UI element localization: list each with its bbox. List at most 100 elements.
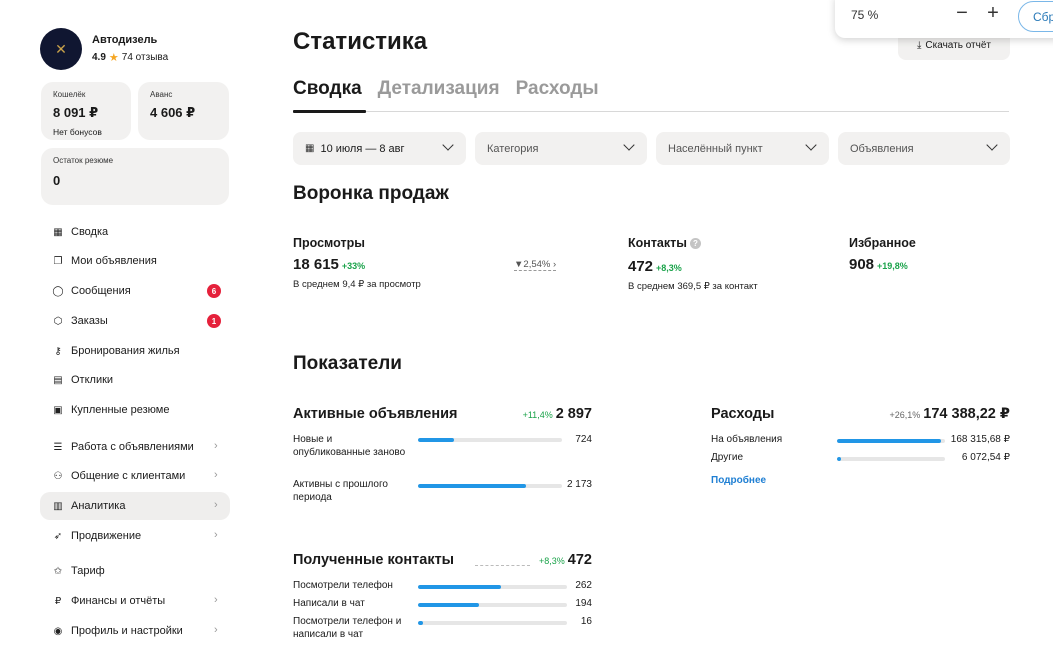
tabs: Сводка Детализация Расходы (293, 78, 599, 100)
wallet-bonus: Нет бонусов (53, 127, 102, 137)
sidebar-item-label: Бронирования жилья (71, 345, 180, 357)
contacts-label-text: Контакты (628, 236, 687, 250)
sidebar-item-finance[interactable]: ₽ Финансы и отчёты › (40, 587, 230, 615)
ruble-icon: ₽ (54, 595, 62, 607)
indicators-title: Показатели (293, 353, 402, 374)
tab-summary[interactable]: Сводка (293, 78, 362, 100)
sidebar-item-label: Общение с клиентами (71, 470, 186, 482)
contacts-number: 472 (628, 258, 654, 275)
contacts-received-delta: +8,3% (539, 556, 565, 566)
star-icon: ★ (108, 52, 119, 64)
sidebar-item-profile[interactable]: ◉ Профиль и настройки › (40, 617, 230, 645)
sidebar-item-analytics[interactable]: ▥ Аналитика › (40, 492, 230, 520)
progress-fill (837, 439, 942, 443)
contacts-received-title: Полученные контакты (293, 552, 455, 568)
conversion-value: 2,54% (523, 259, 551, 270)
favorites-number: 908 (849, 256, 875, 273)
help-icon[interactable]: ? (689, 238, 701, 249)
zoom-popup: 75 % − + Сбросить (835, 0, 1053, 38)
download-label: Скачать отчёт (925, 40, 991, 51)
sidebar-item-label: Тариф (71, 565, 105, 577)
conversion-rate[interactable]: ▼2,54% › (514, 259, 557, 271)
funnel-title: Воронка продаж (293, 183, 449, 204)
row-label: Активны с прошлого периода (293, 479, 388, 503)
chevron-right-icon: › (214, 529, 218, 541)
sidebar-item-responses[interactable]: ▤ Отклики (40, 366, 230, 394)
chat-icon: ◯ (52, 285, 64, 297)
wallet-value: 8 091 ₽ (53, 105, 99, 120)
progress-fill (418, 484, 526, 488)
contacts-value: 472 +8,3% (628, 258, 682, 275)
chevron-down-icon (805, 139, 817, 151)
resume-balance-card[interactable]: Остаток резюме 0 (41, 148, 229, 205)
sidebar-item-client-communication[interactable]: ⚇ Общение с клиентами › (40, 462, 230, 490)
shop-rating: 4.9 ★ 74 отзыва (92, 51, 168, 64)
users-icon: ⚇ (53, 470, 63, 482)
reviews-count[interactable]: 74 отзыва (122, 52, 168, 63)
shop-logo: ✕ (40, 28, 82, 70)
progress-fill (418, 438, 454, 442)
row-label: Посмотрели телефон и написали в чат (293, 616, 402, 640)
chevron-down-icon (986, 139, 998, 151)
date-range-select[interactable]: ▦ 10 июля — 8 авг (293, 132, 466, 165)
row-value: 262 (575, 580, 592, 591)
progress-fill (837, 457, 841, 461)
sidebar-item-my-ads[interactable]: ❐ Мои объявления (40, 247, 230, 275)
sidebar-item-label: Сводка (71, 226, 109, 238)
zoom-out-button[interactable]: − (952, 2, 972, 25)
advance-card[interactable]: Аванс 4 606 ₽ (138, 82, 229, 140)
contacts-label: Контакты? (628, 236, 701, 250)
active-ads-total: +11,4% 2 897 (480, 406, 592, 422)
favorites-label: Избранное (849, 236, 916, 250)
ads-select[interactable]: Объявления (838, 132, 1010, 165)
row-value: 168 315,68 ₽ (950, 434, 1010, 445)
download-icon: ⤓ (917, 40, 922, 51)
resume-icon: ▣ (53, 404, 63, 416)
views-number: 18 615 (293, 256, 339, 273)
progress-bar (837, 457, 945, 461)
sidebar-item-messages[interactable]: ◯ Сообщения 6 (40, 277, 230, 305)
list-icon: ☰ (53, 441, 63, 453)
contacts-received-total-value: 472 (567, 552, 592, 568)
orders-badge: 1 (207, 314, 221, 328)
chevron-right-icon: › (214, 469, 218, 481)
city-select[interactable]: Населённый пункт (656, 132, 829, 165)
resume-balance-label: Остаток резюме (53, 156, 114, 165)
sidebar-item-label: Профиль и настройки (71, 625, 183, 637)
sidebar-item-summary[interactable]: ▦ Сводка (40, 218, 230, 246)
sidebar-item-bookings[interactable]: ⚷ Бронирования жилья (40, 337, 230, 365)
chevron-right-icon: › (214, 624, 218, 636)
rating-value: 4.9 (92, 52, 106, 63)
progress-fill (418, 585, 501, 589)
date-range-value: 10 июля — 8 авг (320, 142, 405, 155)
expenses-details-link[interactable]: Подробнее (711, 475, 766, 486)
sidebar-item-label: Заказы (71, 315, 108, 327)
resume-balance-value: 0 (53, 173, 61, 188)
bar-chart-icon: ▥ (53, 500, 63, 512)
zoom-in-button[interactable]: + (983, 2, 1003, 25)
tab-details[interactable]: Детализация (378, 78, 500, 100)
zoom-level: 75 % (851, 8, 879, 22)
expenses-total-value: 174 388,22 ₽ (923, 406, 1010, 422)
sidebar-item-ads-work[interactable]: ☰ Работа с объявлениями › (40, 433, 230, 461)
box-icon: ⬡ (53, 315, 63, 327)
chevron-right-icon: › (552, 259, 557, 270)
progress-fill (418, 621, 424, 625)
tab-expenses[interactable]: Расходы (516, 78, 599, 100)
calendar-icon: ▦ (305, 143, 315, 154)
shop-header[interactable]: ✕ Автодизель 4.9 ★ 74 отзыва (40, 28, 168, 70)
row-label: Посмотрели телефон (293, 580, 393, 591)
sidebar-item-label: Работа с объявлениями (71, 441, 194, 453)
wallet-card[interactable]: Кошелёк 8 091 ₽ Нет бонусов (41, 82, 131, 140)
row-value: 16 (580, 616, 592, 627)
zoom-reset-button[interactable]: Сбросить (1018, 1, 1053, 32)
category-select[interactable]: Категория (475, 132, 647, 165)
sidebar-item-orders[interactable]: ⬡ Заказы 1 (40, 307, 230, 335)
sidebar-item-label: Аналитика (71, 500, 126, 512)
sidebar-item-promotion[interactable]: ➶ Продвижение › (40, 522, 230, 550)
sidebar-item-tariff[interactable]: ✩ Тариф (40, 557, 230, 585)
sidebar-item-purchased-resumes[interactable]: ▣ Купленные резюме (40, 396, 230, 424)
row-value: 724 (575, 434, 592, 445)
grid-icon: ▦ (53, 226, 63, 238)
row-label: Другие (711, 452, 744, 463)
